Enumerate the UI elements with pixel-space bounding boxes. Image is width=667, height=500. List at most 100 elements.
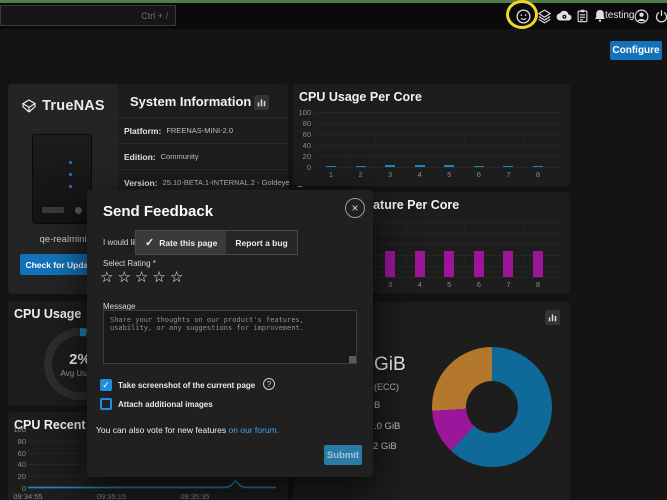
system-info-rows: Platform: FREENAS-MINI-2.0 Edition: Communi… xyxy=(118,117,288,195)
gridline xyxy=(315,112,563,113)
server-led xyxy=(69,161,72,164)
bar xyxy=(533,166,543,167)
search-shortcut-hint: Ctrl + / xyxy=(141,11,168,21)
y-axis-tick: 100 xyxy=(295,108,311,117)
vertical-gridline xyxy=(434,222,435,277)
power-icon[interactable] xyxy=(652,7,667,25)
truenas-wordmark: TrueNAS xyxy=(42,98,105,114)
x-axis-tick: 09:34:55 xyxy=(4,492,52,500)
vertical-gridline xyxy=(523,222,524,277)
cpu-usage-per-core-title: CPU Usage Per Core xyxy=(299,90,422,104)
x-axis-tick: 8 xyxy=(514,170,562,179)
bar xyxy=(385,165,395,167)
check-icon: ✓ xyxy=(145,236,154,249)
gridline xyxy=(315,134,563,135)
close-icon[interactable]: × xyxy=(345,198,365,218)
x-axis-tick: 8 xyxy=(514,280,562,289)
configure-button[interactable]: Configure xyxy=(610,41,662,60)
vertical-gridline xyxy=(494,112,495,167)
forum-link[interactable]: on our forum. xyxy=(228,425,279,435)
server-led xyxy=(69,185,72,188)
top-bar: Ctrl + / 2 testing xyxy=(0,3,667,29)
option-label: Rate this page xyxy=(159,238,217,248)
cpu-usage-per-core-card: CPU Usage Per Core 10080604020012345678 xyxy=(293,84,570,186)
memory-legend-fragment: 2 GiB xyxy=(373,441,397,452)
gridline xyxy=(315,145,563,146)
truecommand-cloud-icon[interactable] xyxy=(555,7,573,25)
vertical-gridline xyxy=(464,112,465,167)
vertical-gridline xyxy=(375,222,376,277)
attach-images-checkbox[interactable] xyxy=(100,398,112,410)
y-axis-tick: 60 xyxy=(295,130,311,139)
memory-total-fragment: GiB xyxy=(374,354,406,376)
reports-chart-icon[interactable] xyxy=(254,95,269,110)
y-axis-tick: 20 xyxy=(295,152,311,161)
bar xyxy=(533,251,543,277)
bar xyxy=(415,165,425,167)
bar xyxy=(415,251,425,277)
message-textarea[interactable] xyxy=(103,310,357,364)
bar xyxy=(326,166,336,167)
screenshot-checkbox[interactable]: ✓ xyxy=(100,379,112,391)
y-axis-tick: 100 xyxy=(10,425,26,434)
attach-images-checkbox-label: Attach additional images xyxy=(118,400,213,409)
y-axis-tick: 40 xyxy=(295,141,311,150)
memory-legend-fragment: .0 GiB xyxy=(374,421,400,432)
textarea-resize-handle[interactable] xyxy=(349,356,356,363)
rating-star[interactable]: ☆ xyxy=(100,268,113,286)
rating-star[interactable]: ☆ xyxy=(117,268,130,286)
system-info-title: System Information xyxy=(130,94,251,109)
y-axis-tick: 20 xyxy=(10,472,26,481)
search-input[interactable]: Ctrl + / xyxy=(0,5,176,26)
x-axis-tick: 09:35:35 xyxy=(171,492,219,500)
info-value: FREENAS-MINI-2.0 xyxy=(166,126,233,135)
help-icon[interactable]: ? xyxy=(263,378,275,390)
gridline xyxy=(315,123,563,124)
vote-text: You can also vote for new features xyxy=(96,425,228,435)
feedback-option-rate[interactable]: ✓ Rate this page xyxy=(136,231,226,254)
memory-donut-chart xyxy=(432,347,552,467)
screenshot-checkbox-label: Take screenshot of the current page xyxy=(118,381,255,390)
account-icon[interactable] xyxy=(632,7,650,25)
gridline xyxy=(315,156,563,157)
x-axis-tick: 09:35:15 xyxy=(88,492,136,500)
vertical-gridline xyxy=(375,112,376,167)
feedback-option-bug[interactable]: Report a bug xyxy=(226,231,296,254)
bar xyxy=(356,166,366,167)
y-axis-tick: 60 xyxy=(10,449,26,458)
vertical-gridline xyxy=(405,222,406,277)
star-rating: ☆☆☆☆☆ xyxy=(100,268,183,286)
truenas-logo-icon xyxy=(21,98,37,114)
memory-legend-fragment: B xyxy=(374,400,380,411)
vertical-gridline xyxy=(494,222,495,277)
bar xyxy=(503,166,513,167)
send-feedback-dialog: Send Feedback × I would like to ✓Rate th… xyxy=(87,190,373,477)
rating-star[interactable]: ☆ xyxy=(152,268,165,286)
truenas-logo: TrueNAS xyxy=(8,96,118,116)
gridline xyxy=(315,167,563,168)
vertical-gridline xyxy=(464,222,465,277)
rating-star[interactable]: ☆ xyxy=(170,268,183,286)
server-power-led xyxy=(75,207,82,214)
memory-donut-hole xyxy=(466,381,518,433)
bar xyxy=(474,251,484,277)
memory-ecc-label: (ECC) xyxy=(374,382,399,392)
info-label: Version: xyxy=(124,178,158,188)
info-value: Community xyxy=(161,152,199,161)
bar xyxy=(385,251,395,277)
system-info-row: Platform: FREENAS-MINI-2.0 xyxy=(118,117,288,143)
vertical-gridline xyxy=(523,112,524,167)
jobs-clipboard-icon[interactable] xyxy=(573,7,591,25)
bar xyxy=(444,251,454,277)
memory-reports-icon[interactable] xyxy=(545,310,560,325)
info-label: Edition: xyxy=(124,152,156,162)
dialog-title: Send Feedback xyxy=(103,203,213,220)
rating-star[interactable]: ☆ xyxy=(135,268,148,286)
select-rating-label: Select Rating * xyxy=(103,259,156,268)
feedback-type-toggle: ✓ Rate this page Report a bug xyxy=(135,230,298,255)
info-label: Platform: xyxy=(124,126,161,136)
vertical-gridline xyxy=(434,112,435,167)
submit-button[interactable]: Submit xyxy=(324,445,362,465)
vertical-gridline xyxy=(405,112,406,167)
y-axis-tick: 80 xyxy=(10,437,26,446)
